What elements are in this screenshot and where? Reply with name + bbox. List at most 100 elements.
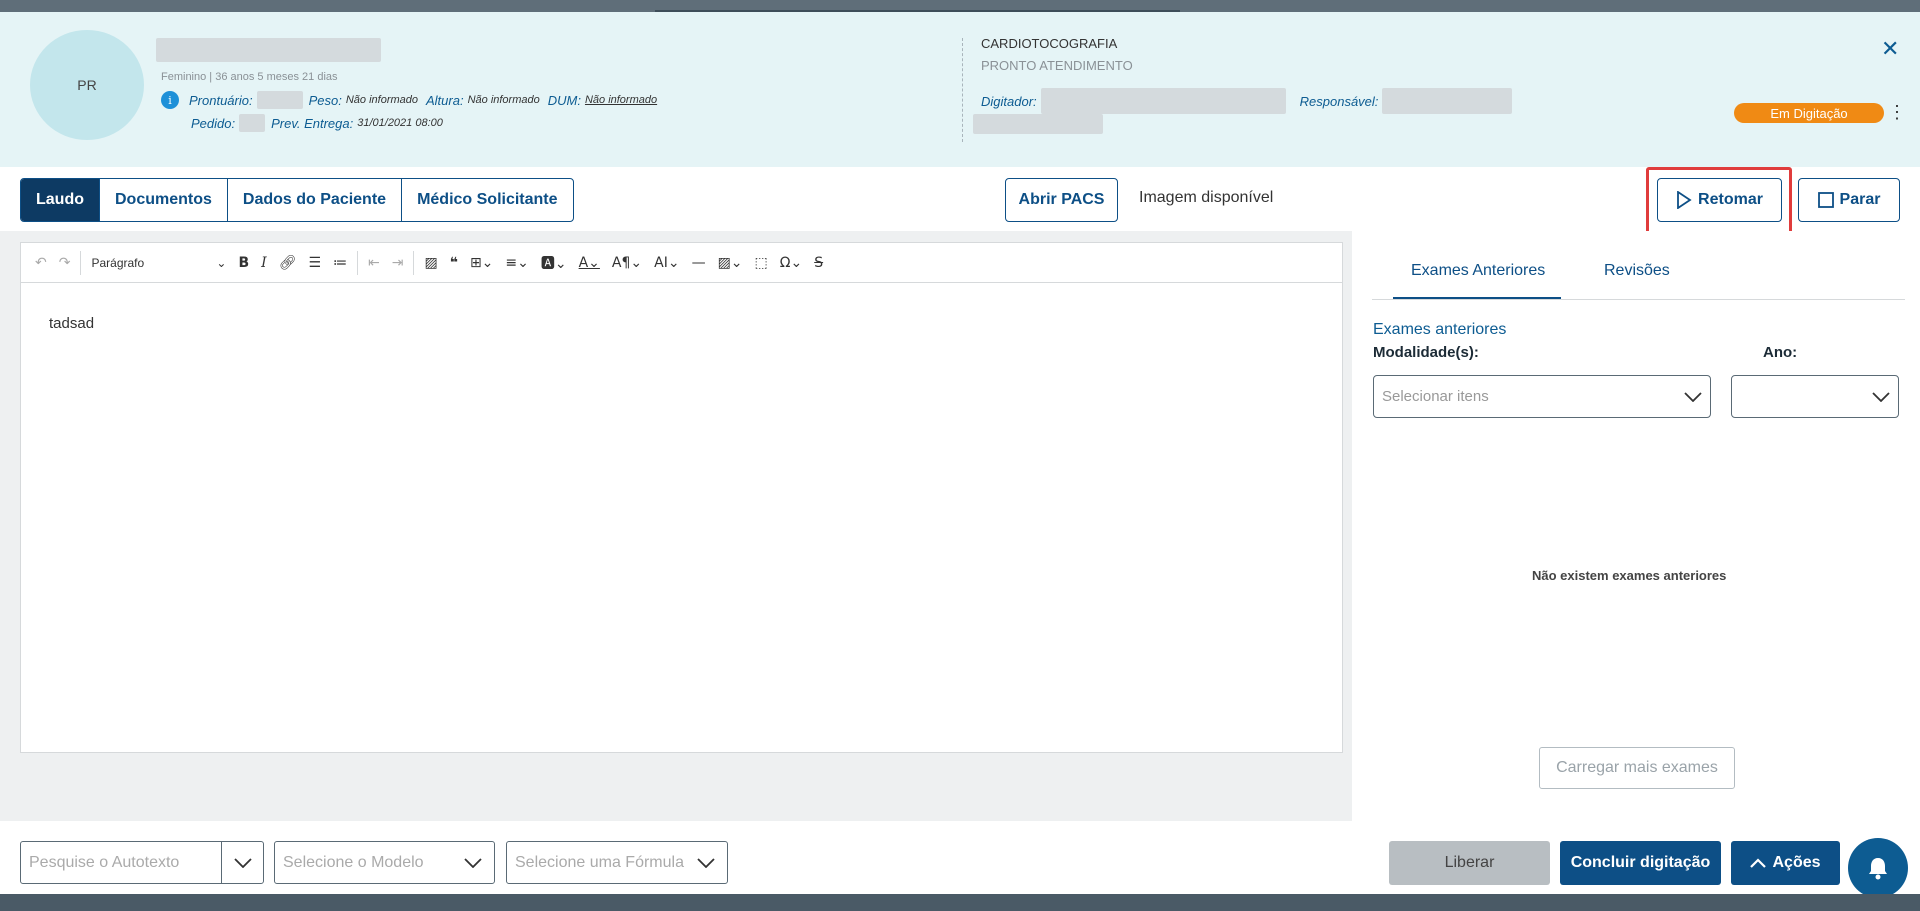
status-badge: Em Digitação [1734, 103, 1884, 123]
dum-value-link[interactable]: Não informado [585, 94, 657, 106]
numbered-list-icon[interactable]: ≔ [333, 255, 347, 271]
digitador-label: Digitador: [981, 93, 1037, 109]
modality-select[interactable]: Selecionar itens [1373, 375, 1711, 418]
load-more-button[interactable]: Carregar mais exames [1539, 747, 1735, 789]
altura-value: Não informado [467, 94, 540, 106]
formula-select[interactable]: Selecione uma Fórmula [506, 841, 728, 884]
report-tabs: Laudo Documentos Dados do Paciente Médic… [20, 178, 574, 222]
open-pacs-button[interactable]: Abrir PACS [1005, 178, 1118, 222]
autotext-search[interactable]: Pesquise o Autotexto [20, 841, 264, 884]
work-area: ↶ ↷ Parágrafo ⌄ B I 🔗︎ ☰ ≔ ⇤ ⇥ ▨ ❝ ⊞⌄ ≡⌄ … [0, 231, 1920, 821]
bottom-strip [0, 894, 1920, 911]
link-icon[interactable]: 🔗︎ [279, 255, 297, 271]
paragraph-style-dropdown[interactable]: Parágrafo ⌄ [91, 256, 226, 270]
font-size-icon[interactable]: A¶⌄ [612, 255, 642, 271]
peso-label: Peso: [308, 92, 342, 108]
pedido-value-redacted [239, 114, 266, 132]
responsavel-value-redacted [1382, 88, 1513, 114]
right-panel: Exames Anteriores Revisões Exames anteri… [1352, 231, 1920, 821]
modality-placeholder: Selecionar itens [1382, 388, 1489, 405]
top-strip [0, 0, 1920, 12]
previous-exams-heading: Exames anteriores [1373, 321, 1507, 338]
formula-placeholder: Selecione uma Fórmula [515, 853, 684, 871]
actions-button[interactable]: Ações [1731, 841, 1840, 885]
editor-toolbar: ↶ ↷ Parágrafo ⌄ B I 🔗︎ ☰ ≔ ⇤ ⇥ ▨ ❝ ⊞⌄ ≡⌄ … [21, 243, 1342, 283]
resume-button[interactable]: Retomar [1657, 178, 1782, 222]
redo-icon[interactable]: ↷ [59, 255, 71, 271]
order-fields-row: Pedido: Prev. Entrega: 31/01/2021 08:00 [191, 114, 451, 132]
special-characters-icon[interactable]: Ω⌄ [780, 255, 802, 271]
font-family-icon[interactable]: AI⌄ [654, 255, 679, 271]
chevron-up-icon [1750, 858, 1767, 868]
right-panel-tabs: Exames Anteriores Revisões [1372, 231, 1905, 300]
digitador-value-redacted [1040, 88, 1286, 114]
undo-icon[interactable]: ↶ [35, 255, 47, 271]
tab-medico-solicitante[interactable]: Médico Solicitante [402, 179, 572, 221]
responsavel-label: Responsável: [1299, 93, 1379, 109]
font-color-icon[interactable]: A⌄ [579, 255, 600, 271]
staff-row: Digitador: Responsável: [981, 88, 1513, 114]
exam-subtitle: PRONTO ATENDIMENTO [981, 58, 1133, 73]
stop-button[interactable]: Parar [1798, 178, 1900, 222]
indent-icon[interactable]: ⇥ [392, 255, 404, 271]
model-select[interactable]: Selecione o Modelo [274, 841, 495, 884]
horizontal-line-icon[interactable]: — [692, 255, 706, 271]
finish-typing-button[interactable]: Concluir digitação [1560, 841, 1721, 885]
year-select[interactable] [1731, 375, 1899, 418]
prontuario-value-redacted [256, 91, 303, 109]
chevron-down-icon [1872, 391, 1890, 402]
release-button[interactable]: Liberar [1389, 841, 1550, 885]
model-placeholder: Selecione o Modelo [283, 853, 424, 871]
autotext-placeholder: Pesquise o Autotexto [29, 853, 180, 871]
tab-dados-paciente[interactable]: Dados do Paciente [228, 179, 403, 221]
tab-laudo[interactable]: Laudo [21, 179, 100, 221]
rich-text-editor: ↶ ↷ Parágrafo ⌄ B I 🔗︎ ☰ ≔ ⇤ ⇥ ▨ ❝ ⊞⌄ ≡⌄ … [20, 242, 1343, 753]
exam-title: CARDIOTOCOGRAFIA [981, 36, 1118, 51]
avatar: PR [30, 30, 144, 140]
notifications-bell-icon[interactable] [1848, 838, 1908, 898]
editor-content[interactable]: tadsad [21, 283, 1342, 332]
dum-label: DUM: [547, 92, 581, 108]
bulleted-list-icon[interactable]: ☰ [308, 255, 321, 271]
peso-value: Não informado [345, 94, 418, 106]
pedido-label: Pedido: [191, 115, 236, 131]
stop-label: Parar [1839, 191, 1881, 208]
insert-image-dropdown-icon[interactable]: ▨⌄ [718, 255, 743, 271]
prev-entrega-label: Prev. Entrega: [271, 115, 354, 131]
altura-label: Altura: [426, 92, 464, 108]
patient-header: PR Feminino | 36 anos 5 meses 21 dias i … [0, 12, 1920, 167]
tab-documentos[interactable]: Documentos [100, 179, 228, 221]
paragraph-style-label: Parágrafo [91, 255, 145, 270]
modality-label: Modalidade(s): [1373, 344, 1479, 361]
header-divider [962, 38, 963, 142]
table-icon[interactable]: ⊞⌄ [470, 255, 493, 271]
tab-revisoes[interactable]: Revisões [1604, 262, 1670, 280]
tab-exames-anteriores[interactable]: Exames Anteriores [1393, 262, 1562, 299]
more-options-icon[interactable]: ⋮ [1888, 102, 1906, 123]
actions-label: Ações [1772, 854, 1821, 871]
info-icon[interactable]: i [161, 91, 179, 109]
select-all-icon[interactable]: ⬚ [755, 255, 768, 271]
strikethrough-icon[interactable]: S [814, 255, 823, 271]
insert-image-icon[interactable]: ▨ [424, 255, 437, 271]
chevron-down-icon [452, 842, 494, 883]
align-icon[interactable]: ≡⌄ [505, 255, 528, 271]
prontuario-label: Prontuário: [189, 92, 253, 108]
chevron-down-icon[interactable] [221, 842, 263, 883]
close-icon[interactable]: ✕ [1881, 36, 1899, 62]
italic-icon[interactable]: I [261, 255, 267, 271]
blockquote-icon[interactable]: ❝ [450, 255, 458, 271]
prev-entrega-value: 31/01/2021 08:00 [357, 117, 443, 129]
bold-icon[interactable]: B [238, 255, 249, 271]
resume-label: Retomar [1698, 191, 1763, 208]
chevron-down-icon [1684, 391, 1702, 402]
outdent-icon[interactable]: ⇤ [368, 255, 380, 271]
toolbar-separator [80, 250, 82, 275]
digitador-value-redacted-2 [973, 114, 1103, 134]
font-background-icon[interactable]: 🅰︎⌄ [541, 253, 567, 273]
patient-demographics: Feminino | 36 anos 5 meses 21 dias [161, 71, 338, 83]
report-toolbar: Laudo Documentos Dados do Paciente Médic… [0, 167, 1920, 235]
bottom-bar: Pesquise o Autotexto Selecione o Modelo … [0, 821, 1920, 894]
year-label: Ano: [1763, 344, 1798, 361]
empty-exams-message: Não existem exames anteriores [1532, 568, 1727, 583]
